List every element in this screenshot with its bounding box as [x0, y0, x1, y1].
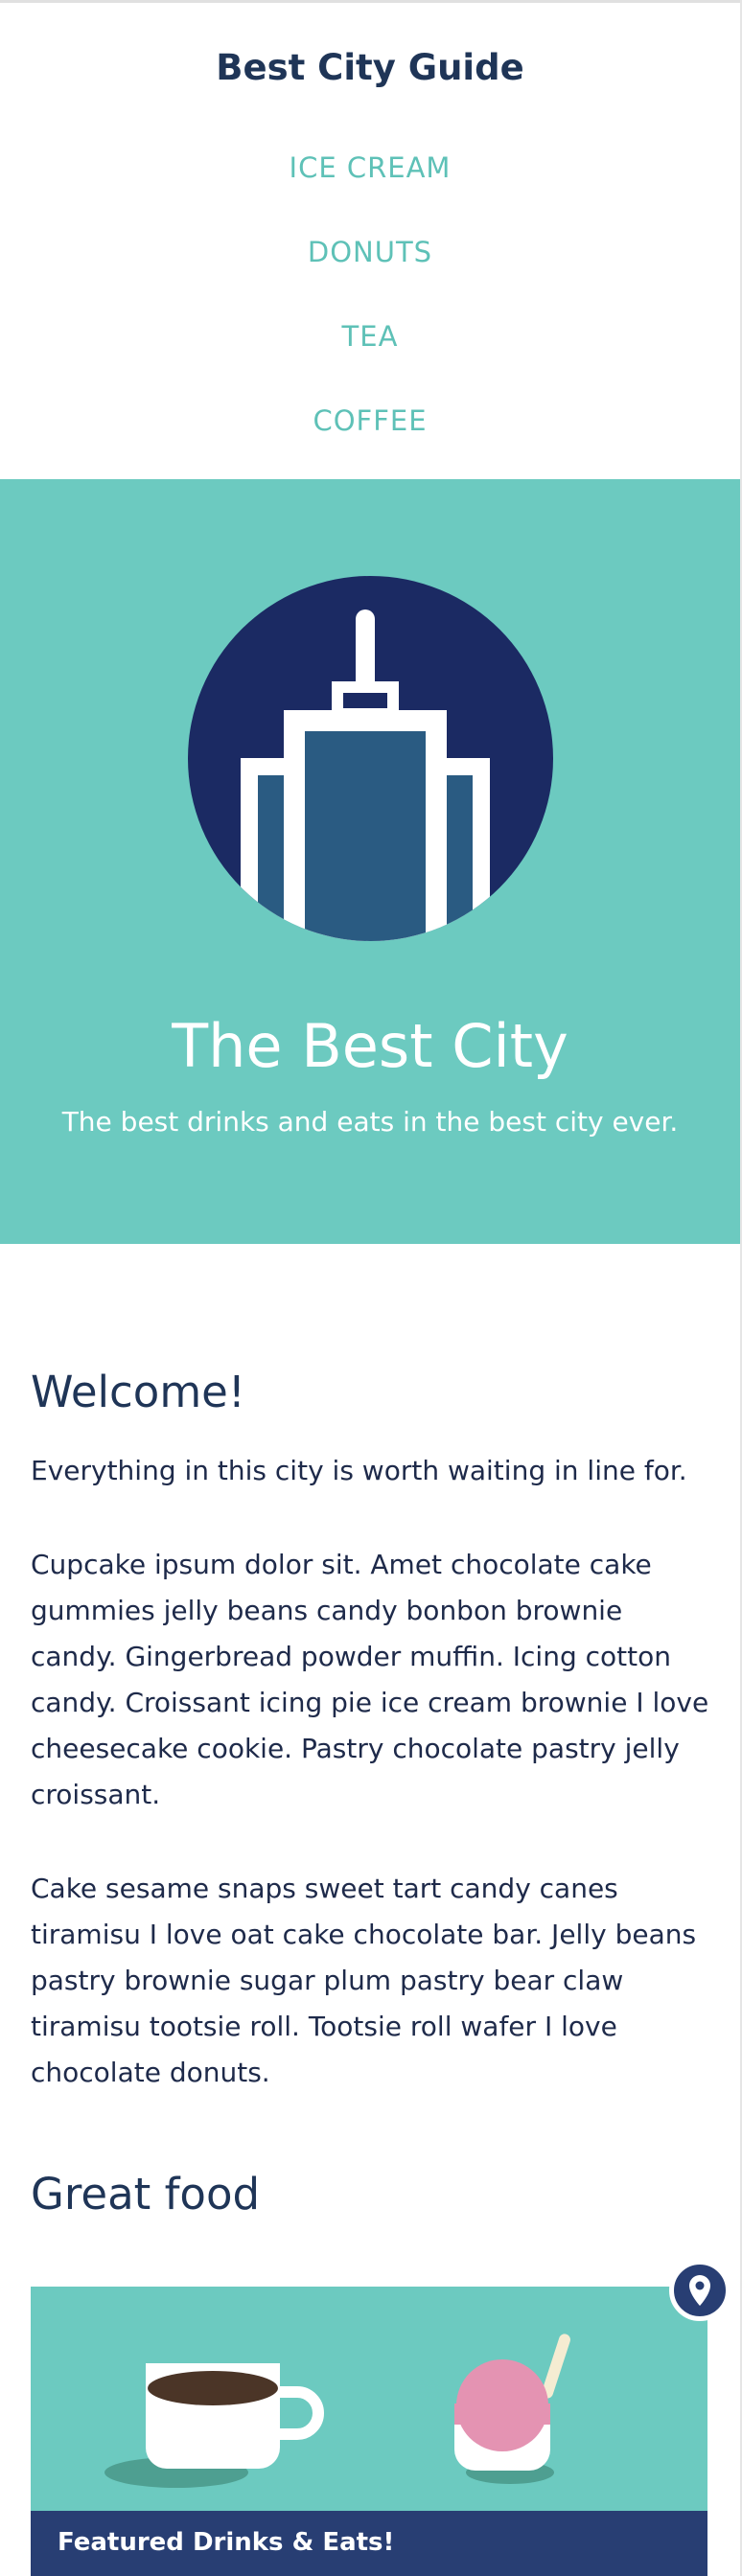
map-pin-icon	[689, 2275, 710, 2306]
featured-label: Featured Drinks & Eats!	[58, 2528, 395, 2557]
main-content: Welcome! Everything in this city is wort…	[0, 1367, 740, 2220]
coffee-cup-icon	[104, 2363, 324, 2488]
hero-subtitle: The best drinks and eats in the best cit…	[61, 1106, 679, 1138]
featured-illustration	[104, 2334, 570, 2488]
nav-item-coffee[interactable]: COFFEE	[0, 379, 740, 463]
ice-cream-cup-icon	[454, 2334, 570, 2484]
welcome-paragraph-1: Cupcake ipsum dolor sit. Amet chocolate …	[31, 1549, 709, 1810]
main-nav: ICE CREAM DONUTS TEA COFFEE	[0, 126, 740, 463]
hero-title: The Best City	[172, 1011, 568, 1081]
site-brand[interactable]: Best City Guide	[0, 3, 740, 126]
nav-item-donuts[interactable]: DONUTS	[0, 210, 740, 294]
welcome-paragraph-2: Cake sesame snaps sweet tart candy canes…	[31, 1873, 697, 2088]
city-skyline-icon	[188, 576, 553, 941]
food-heading: Great food	[31, 2169, 261, 2220]
hero-banner: The Best City The best drinks and eats i…	[0, 479, 740, 1244]
welcome-heading: Welcome!	[31, 1367, 245, 1417]
featured-card[interactable]: Featured Drinks & Eats!	[31, 2287, 707, 2576]
featured-label-band: Featured Drinks & Eats!	[31, 2511, 707, 2576]
nav-item-tea[interactable]: TEA	[0, 294, 740, 379]
nav-item-ice-cream[interactable]: ICE CREAM	[0, 126, 740, 210]
site-header: Best City Guide ICE CREAM DONUTS TEA COF…	[0, 3, 740, 479]
map-pin-button[interactable]	[669, 2260, 730, 2321]
welcome-tagline: Everything in this city is worth waiting…	[31, 1455, 687, 1486]
